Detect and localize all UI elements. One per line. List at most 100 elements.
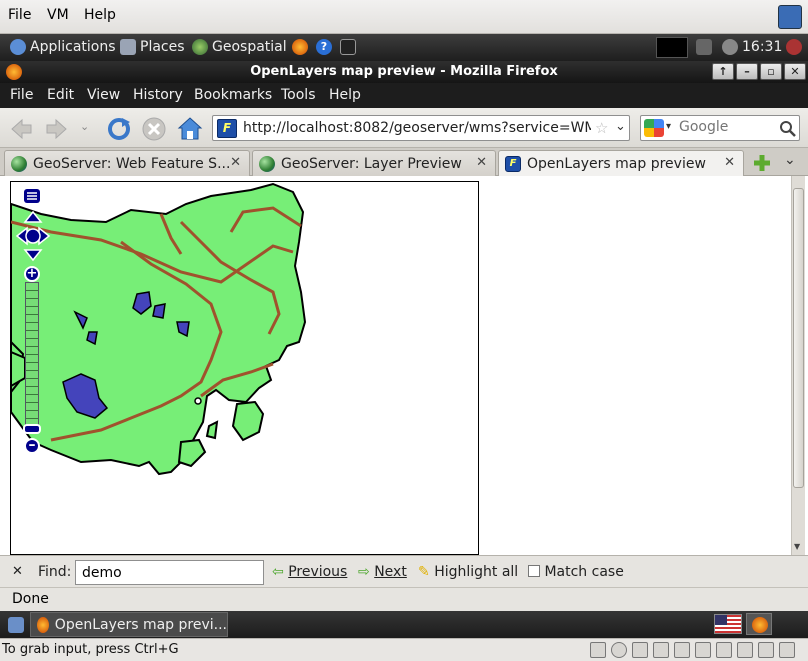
window-titlebar: OpenLayers map preview - Mozilla Firefox… — [0, 61, 808, 83]
window-above-button[interactable]: ↑ — [712, 63, 734, 80]
menu-bookmarks[interactable]: Bookmarks — [194, 87, 272, 103]
places-menu[interactable]: Places — [120, 39, 185, 55]
scrollbar-thumb[interactable] — [793, 188, 804, 488]
gnome-foot-icon — [10, 39, 26, 55]
audio-icon[interactable] — [716, 642, 732, 658]
close-icon[interactable]: ✕ — [724, 155, 735, 170]
find-close-icon[interactable]: ✕ — [12, 564, 23, 579]
site-identity-icon[interactable]: F — [217, 119, 237, 138]
printer-icon[interactable] — [737, 642, 753, 658]
vm-status-bar: To grab input, press Ctrl+G — [0, 638, 808, 661]
map-canvas[interactable] — [11, 182, 479, 555]
us-flag-keyboard-icon[interactable] — [714, 614, 742, 634]
url-dropdown-icon[interactable]: ⌄ — [615, 119, 626, 134]
url-bar[interactable]: F http://localhost:8082/geoserver/wms?se… — [212, 115, 630, 141]
checkbox-icon — [528, 565, 540, 577]
match-case-checkbox[interactable]: Match case — [528, 564, 624, 580]
menu-help[interactable]: Help — [329, 87, 361, 103]
show-desktop-icon[interactable] — [8, 617, 24, 633]
reload-icon[interactable] — [106, 116, 132, 142]
vm-grab-hint: To grab input, press Ctrl+G — [2, 642, 179, 657]
island-small — [205, 420, 219, 440]
vertical-scrollbar[interactable]: ▼ — [791, 176, 805, 555]
history-dropdown-icon[interactable]: ⌄ — [80, 120, 89, 133]
status-bar: Done — [0, 587, 808, 611]
menu-edit[interactable]: Edit — [47, 87, 74, 103]
close-icon[interactable]: ✕ — [476, 155, 487, 170]
applications-menu[interactable]: Applications — [10, 39, 116, 55]
usb-icon[interactable] — [653, 642, 669, 658]
geospatial-menu[interactable]: Geospatial — [192, 39, 287, 55]
taskbar-firefox-window[interactable]: OpenLayers map previ... — [30, 612, 228, 637]
window-minimize-button[interactable]: – — [736, 63, 758, 80]
cdrom-icon[interactable] — [611, 642, 627, 658]
scroll-down-icon[interactable]: ▼ — [794, 542, 800, 551]
window-maximize-button[interactable]: ▫ — [760, 63, 782, 80]
tab-list-chevron-down-icon[interactable]: ⌄ — [784, 152, 796, 168]
network-icon[interactable] — [696, 39, 712, 55]
firefox-launcher-icon[interactable] — [292, 39, 308, 55]
volume-icon[interactable] — [722, 39, 738, 55]
island-south — [177, 438, 207, 468]
find-previous-button[interactable]: ⇦ Previous — [272, 564, 347, 580]
openlayers-map[interactable]: + – — [10, 181, 479, 555]
next-arrow-icon: ⇨ — [358, 564, 370, 580]
zoom-out-button[interactable]: – — [24, 438, 40, 454]
vm-menu-help[interactable]: Help — [84, 7, 116, 23]
tab-openlayers-preview[interactable]: F OpenLayers map preview ✕ — [498, 150, 744, 177]
pan-down-icon — [23, 249, 43, 262]
serial-port-icon[interactable] — [758, 642, 774, 658]
land-mass — [11, 182, 307, 476]
search-input[interactable] — [679, 119, 775, 135]
find-input[interactable] — [75, 560, 264, 585]
tab-label: GeoServer: Web Feature S... — [33, 155, 231, 172]
floppy-icon[interactable] — [632, 642, 648, 658]
url-text[interactable]: http://localhost:8082/geoserver/wms?serv… — [243, 120, 591, 136]
menu-view[interactable]: View — [87, 87, 120, 103]
workspace-switcher[interactable] — [746, 613, 772, 635]
zoom-slider[interactable] — [25, 282, 39, 432]
system-monitor-graph[interactable] — [656, 37, 688, 58]
menu-history[interactable]: History — [133, 87, 183, 103]
vm-menu-vm[interactable]: VM — [47, 7, 69, 23]
window-close-button[interactable]: ✕ — [784, 63, 806, 80]
taskbar-item-label: OpenLayers map previ... — [54, 616, 227, 633]
message-log-icon[interactable] — [779, 642, 795, 658]
menu-file[interactable]: File — [10, 87, 33, 103]
vm-menu-file[interactable]: File — [8, 7, 31, 23]
search-bar[interactable]: ▾ — [640, 115, 800, 141]
help-icon[interactable]: ? — [316, 39, 332, 55]
back-arrow-icon[interactable] — [8, 116, 34, 142]
menu-tools[interactable]: Tools — [281, 87, 316, 103]
find-next-button[interactable]: ⇨ Next — [358, 564, 407, 580]
vm-display-icon[interactable] — [778, 5, 802, 29]
layer-switcher-icon[interactable] — [23, 188, 41, 204]
search-engine-dropdown-icon[interactable]: ▾ — [666, 121, 671, 132]
forward-arrow-icon[interactable] — [44, 116, 70, 142]
bookmark-star-icon[interactable]: ☆ — [595, 119, 608, 137]
firefox-icon — [37, 616, 49, 633]
pan-control[interactable] — [15, 210, 51, 262]
home-icon[interactable] — [176, 115, 204, 141]
window-title: OpenLayers map preview - Mozilla Firefox — [250, 64, 558, 79]
search-icon[interactable] — [779, 120, 797, 138]
gnome-top-panel: Applications Places Geospatial ? 16:31 — [0, 34, 808, 61]
power-icon[interactable] — [786, 39, 802, 55]
network-adapter-icon[interactable] — [695, 642, 711, 658]
close-icon[interactable]: ✕ — [230, 155, 241, 170]
vm-menubar: File VM Help — [0, 0, 808, 34]
search-engine-icon[interactable] — [644, 119, 664, 137]
tab-web-feature[interactable]: GeoServer: Web Feature S... ✕ — [4, 150, 250, 176]
zoom-in-button[interactable]: + — [24, 266, 40, 282]
openlayers-icon: F — [505, 156, 521, 172]
highlight-all-button[interactable]: ✎ Highlight all — [418, 564, 518, 580]
panel-clock[interactable]: 16:31 — [742, 39, 782, 55]
network-adapter-icon[interactable] — [674, 642, 690, 658]
tab-layer-preview[interactable]: GeoServer: Layer Preview ✕ — [252, 150, 496, 176]
hdd-icon[interactable] — [590, 642, 606, 658]
stop-icon[interactable] — [141, 116, 167, 142]
zoom-slider-handle[interactable] — [23, 424, 41, 434]
new-tab-plus-icon[interactable] — [752, 153, 772, 173]
terminal-icon[interactable] — [340, 39, 356, 55]
find-previous-label: Previous — [288, 564, 348, 580]
